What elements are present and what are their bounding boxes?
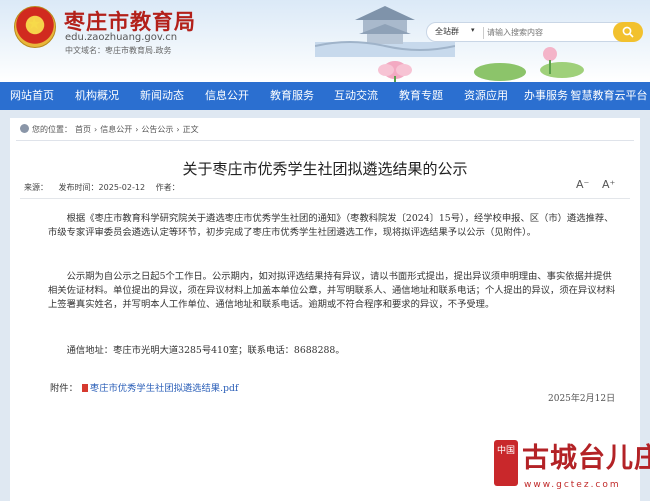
nav-item-overview[interactable]: 机构概况: [71, 82, 123, 110]
breadcrumb-separator: ›: [135, 125, 139, 134]
article-date: 发布时间：2025-02-12: [58, 183, 146, 192]
breadcrumb: 您的位置： 首页 › 信息公开 › 公告公示 › 正文: [20, 124, 202, 136]
nav-item-edu-service[interactable]: 教育服务: [266, 82, 318, 110]
search-divider: [483, 27, 484, 39]
watermark-badge: 中国: [494, 440, 518, 486]
article-paragraph: 根据《枣庄市教育科学研究院关于遴选枣庄市优秀学生社团的通知》（枣教科院发〔202…: [48, 213, 614, 238]
watermark-title: 古城台儿庄: [522, 443, 650, 474]
nav-item-edu-topics[interactable]: 教育专题: [395, 82, 447, 110]
search-scope-select[interactable]: 全站群: [435, 26, 459, 37]
article-paragraph: 通信地址：枣庄市光明大道3285号410室；联系电话：8688288。: [66, 345, 345, 356]
site-header: ★ 枣庄市教育局 edu.zaozhuang.gov.cn 中文域名：枣庄市教育…: [0, 0, 650, 82]
search-button[interactable]: [613, 22, 643, 42]
font-increase-button[interactable]: A⁺: [602, 178, 615, 191]
search-box: 全站群 ▾: [426, 22, 643, 42]
breadcrumb-info-public[interactable]: 信息公开: [100, 125, 132, 134]
breadcrumb-prefix: 您的位置：: [32, 125, 72, 134]
divider: [16, 140, 634, 141]
article-author: 作者：: [155, 183, 180, 192]
nav-item-news[interactable]: 新闻动态: [136, 82, 188, 110]
nav-item-info-public[interactable]: 信息公开: [201, 82, 253, 110]
site-chinese-domain: 中文域名：枣庄市教育局.政务: [65, 46, 172, 55]
lotus-flower-icon: [378, 61, 412, 82]
search-input[interactable]: [487, 25, 607, 40]
divider: [20, 198, 630, 199]
location-icon: [20, 124, 29, 133]
chevron-down-icon[interactable]: ▾: [471, 26, 475, 34]
article-title: 关于枣庄市优秀学生社团拟遴选结果的公示: [182, 160, 468, 178]
lotus-leaf-icon: [474, 47, 584, 81]
watermark: 中国 古城台儿庄 www.gctez.com: [494, 436, 650, 501]
article-source: 来源：: [24, 183, 48, 192]
attachment-label: 附件：: [50, 383, 78, 394]
nav-item-interaction[interactable]: 互动交流: [330, 82, 382, 110]
pdf-icon: [81, 384, 88, 392]
font-decrease-button[interactable]: A⁻: [576, 178, 589, 191]
sign-date: 2025年2月12日: [548, 394, 616, 404]
breadcrumb-notices[interactable]: 公告公示: [141, 125, 173, 134]
article-paragraph: 公示期为自公示之日起5个工作日。公示期内，如对拟评选结果持有异议，请以书面形式提…: [48, 271, 616, 310]
breadcrumb-separator: ›: [176, 125, 180, 134]
breadcrumb-home[interactable]: 首页: [75, 125, 91, 134]
nav-item-resources[interactable]: 资源应用: [460, 82, 512, 110]
watermark-url: www.gctez.com: [524, 480, 621, 490]
attachment: 附件： 枣庄市优秀学生社团拟遴选结果.pdf: [50, 380, 238, 394]
article-meta: 来源： 发布时间：2025-02-12 作者：: [24, 182, 188, 193]
attachment-link[interactable]: 枣庄市优秀学生社团拟遴选结果.pdf: [90, 383, 238, 394]
national-emblem-icon: ★: [14, 6, 56, 48]
nav-item-home[interactable]: 网站首页: [6, 82, 58, 110]
breadcrumb-current: 正文: [182, 125, 199, 134]
breadcrumb-separator: ›: [94, 125, 98, 134]
nav-item-smart-edu-cloud[interactable]: 智慧教育云平台: [570, 82, 648, 110]
search-icon: [622, 26, 634, 38]
site-domain: edu.zaozhuang.gov.cn: [65, 32, 178, 43]
main-nav: 网站首页 机构概况 新闻动态 信息公开 教育服务 互动交流 教育专题 资源应用 …: [0, 82, 650, 110]
nav-item-services[interactable]: 办事服务: [520, 82, 572, 110]
